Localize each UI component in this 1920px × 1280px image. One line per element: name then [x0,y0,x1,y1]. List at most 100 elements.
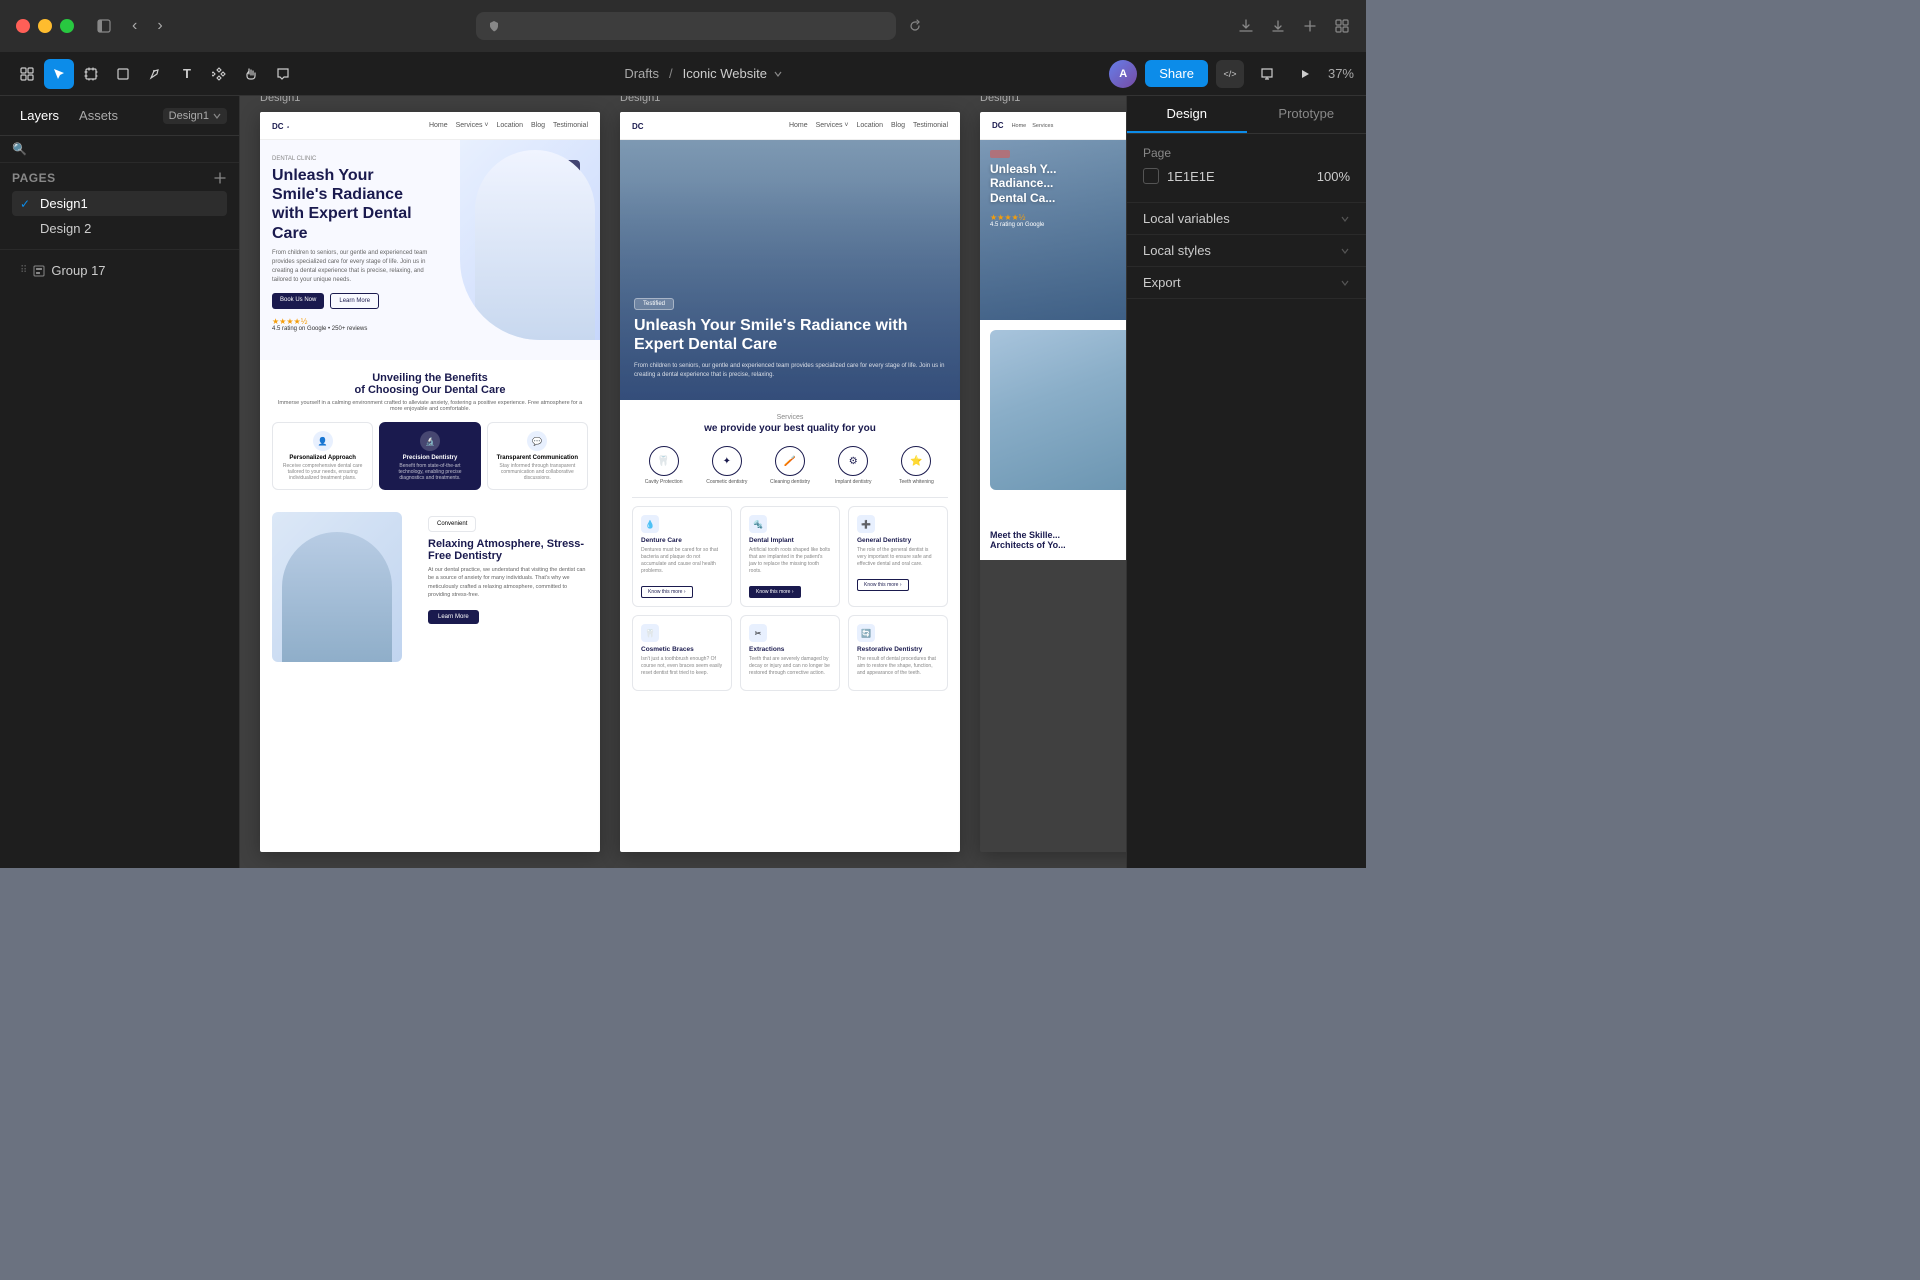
present-btn[interactable] [1252,59,1282,89]
cavity-icon: 🦷 [649,446,679,476]
tabs-icon[interactable] [1334,18,1350,34]
left-panel: Layers Assets Design1 🔍 Pages ✓ Design1 [0,96,240,868]
refresh-icon[interactable] [908,19,922,33]
service-card-denture: 💧 Denture Care Dentures must be cared fo… [632,506,732,607]
service-card-braces: 🦷 Cosmetic Braces Isn't just a toothbrus… [632,615,732,691]
design-tab[interactable]: Design [1127,96,1247,133]
breadcrumb-file[interactable]: Iconic Website [683,66,767,81]
book-now-btn[interactable]: Book Us Now [272,293,324,309]
frame3-nav: DC HomeServices [980,112,1126,140]
add-page-icon[interactable] [213,171,227,185]
dental-logo-2: DC [632,120,644,132]
general-icon: ➕ [857,515,875,533]
local-variables-label: Local variables [1143,211,1230,226]
code-view-btn[interactable]: </> [1216,60,1244,88]
hero-title-1: Unleash Your Smile's Radiance with Exper… [272,166,432,243]
design-frame-3[interactable]: DC HomeServices Unleash Y...Radiance...D… [980,112,1126,852]
canvas[interactable]: Design1 DC ⁴ HomeServices ˅LocationBlogT… [240,96,1126,868]
comment-tool-btn[interactable] [268,59,298,89]
frame-tool-btn[interactable] [76,59,106,89]
dental-nav-2: DC HomeServices ˅LocationBlogTestimonial [620,112,960,140]
know-more-general[interactable]: Know this more › [857,579,909,591]
breadcrumb-drafts[interactable]: Drafts [624,66,659,81]
avatar[interactable]: A [1109,60,1137,88]
group-icon [33,265,45,277]
benefits-title-1: Unveiling the Benefitsof Choosing Our De… [272,372,588,396]
hero-desc-1: From children to seniors, our gentle and… [272,249,432,285]
frame2-hero-content: Testified Unleash Your Smile's Radiance … [634,292,946,380]
layers-tab[interactable]: Layers [12,104,67,127]
design-frame-2[interactable]: DC HomeServices ˅LocationBlogTestimonial… [620,112,960,852]
layer-item-group17[interactable]: ⠿ Group 17 [12,258,227,283]
component-tool-btn[interactable] [204,59,234,89]
implant-icon: ⚙ [838,446,868,476]
prototype-tab[interactable]: Prototype [1247,96,1367,133]
learn-more-btn-1[interactable]: Learn More [330,293,379,309]
layers-section: ⠿ Group 17 [0,249,239,291]
browser-nav: ‹ › [126,13,169,39]
frame3-hero-title: Unleash Y...Radiance...Dental Ca... [990,162,1126,205]
know-more-denture[interactable]: Know this more › [641,586,693,598]
benefit-card-precision: 🔬 Precision Dentistry Benefit from state… [379,422,480,490]
benefit-cards-1: 👤 Personalized Approach Receive comprehe… [272,422,588,490]
hero-image-1 [460,140,600,340]
service-cards-grid: 💧 Denture Care Dentures must be cared fo… [632,506,948,691]
design1-badge[interactable]: Design1 [163,108,227,124]
main-layout: Layers Assets Design1 🔍 Pages ✓ Design1 [0,96,1366,868]
add-tab-icon[interactable] [1302,18,1318,34]
shape-tool-btn[interactable] [108,59,138,89]
back-icon[interactable]: ‹ [126,13,143,39]
page-color-label: 1E1E1E [1143,168,1215,184]
local-variables-row[interactable]: Local variables [1127,203,1366,235]
frame-label-3: Design1 [980,96,1020,104]
section2-image-1 [272,512,402,662]
download-icon[interactable] [1238,18,1254,34]
services-heading: we provide your best quality for you [632,423,948,434]
shield-icon [488,20,500,32]
title-bar: ‹ › [0,0,1366,52]
service-icon-cavity: 🦷 Cavity Protection [632,446,695,485]
frame-wrapper-1: Design1 DC ⁴ HomeServices ˅LocationBlogT… [260,112,600,852]
pen-tool-btn[interactable] [140,59,170,89]
search-icon: 🔍 [12,142,27,156]
share-button[interactable]: Share [1145,60,1208,87]
export-row[interactable]: Export [1127,267,1366,299]
frame3-section2 [980,320,1126,520]
toolbar-left: T [12,59,298,89]
page-item-design1[interactable]: ✓ Design1 [12,191,227,216]
chevron-down-icon-lv [1340,214,1350,224]
hand-tool-btn[interactable] [236,59,266,89]
person-image-1 [475,150,595,340]
whitening-icon: ⭐ [901,446,931,476]
know-more-implant[interactable]: Know this more › [749,586,801,598]
assets-tab[interactable]: Assets [71,104,126,127]
close-button[interactable] [16,19,30,33]
maximize-button[interactable] [60,19,74,33]
right-panel-content: Page 1E1E1E 100% Local variables Loc [1127,134,1366,868]
page-item-design2[interactable]: ✓ Design 2 [12,216,227,241]
local-styles-row[interactable]: Local styles [1127,235,1366,267]
url-bar[interactable] [476,12,896,40]
implant-card-icon: 🔩 [749,515,767,533]
play-btn[interactable] [1290,59,1320,89]
share-icon[interactable] [1270,18,1286,34]
learn-more-btn-2[interactable]: Learn More [428,610,479,624]
pages-title: Pages [12,171,56,185]
chevron-down-icon[interactable] [773,69,783,79]
dental-hero-1: DENTAL CLINIC Unleash Your Smile's Radia… [260,140,600,360]
text-tool-btn[interactable]: T [172,59,202,89]
doctor-image-2 [990,330,1126,490]
title-bar-actions [1238,18,1350,34]
sidebar-icon[interactable] [97,19,111,33]
minimize-button[interactable] [38,19,52,33]
dental-nav-links-1: HomeServices ˅LocationBlogTestimonial [429,122,588,129]
grid-tool-btn[interactable] [12,59,42,89]
cleaning-icon: 🪥 [775,446,805,476]
design-frame-1[interactable]: DC ⁴ HomeServices ˅LocationBlogTestimoni… [260,112,600,852]
color-swatch[interactable] [1143,168,1159,184]
forward-icon[interactable]: › [151,13,168,39]
zoom-level[interactable]: 37% [1328,66,1354,81]
pages-header: Pages [12,171,227,185]
service-card-extraction: ✂ Extractions Teeth that are severely da… [740,615,840,691]
select-tool-btn[interactable] [44,59,74,89]
